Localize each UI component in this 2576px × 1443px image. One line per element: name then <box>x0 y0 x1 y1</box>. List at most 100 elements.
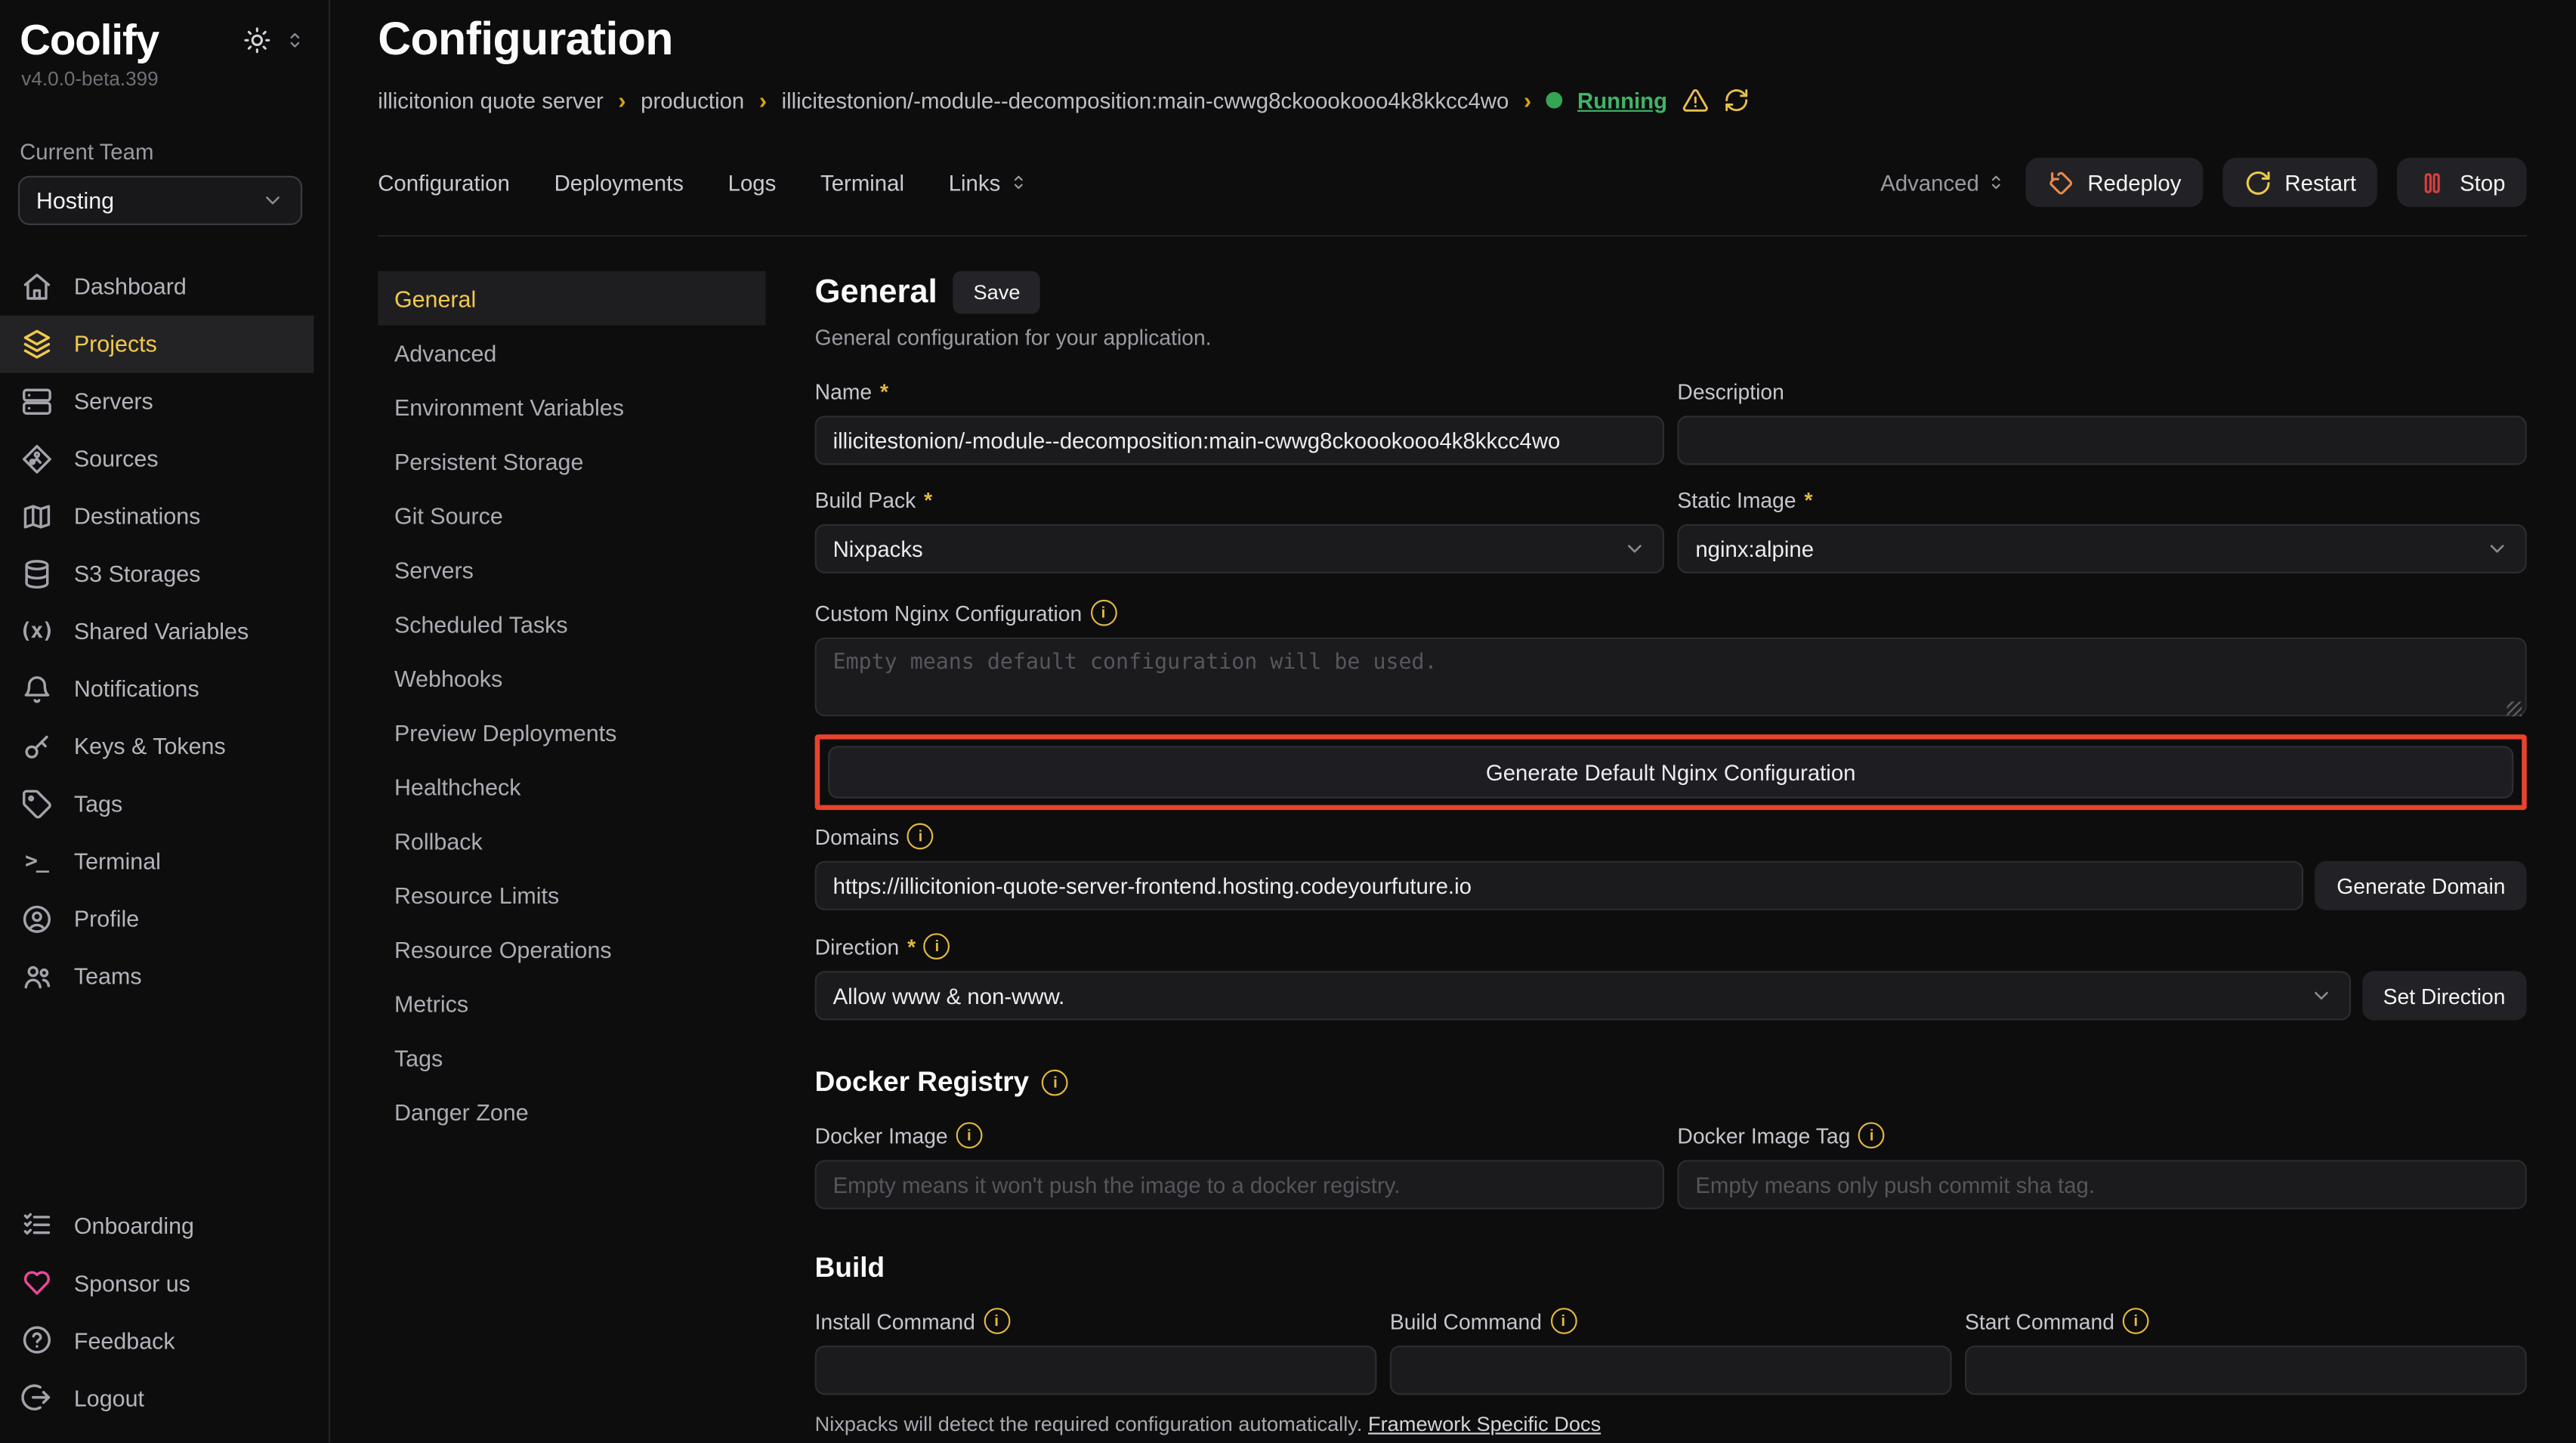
name-label: Name <box>815 379 872 404</box>
stop-label: Stop <box>2460 170 2505 195</box>
tab-deployments[interactable]: Deployments <box>554 170 684 195</box>
chevron-down-icon <box>2309 984 2332 1007</box>
subnav-item-advanced[interactable]: Advanced <box>378 326 765 380</box>
chevron-down-icon <box>261 188 284 211</box>
team-select-value: Hosting <box>36 187 114 213</box>
chevrons-up-down-icon <box>1008 172 1028 192</box>
sidebar-item-feedback[interactable]: Feedback <box>0 1312 314 1369</box>
subnav-item-healthcheck[interactable]: Healthcheck <box>378 759 765 814</box>
team-select[interactable]: Hosting <box>18 175 302 224</box>
redeploy-button[interactable]: Redeploy <box>2025 158 2203 207</box>
info-icon[interactable]: i <box>956 1122 983 1148</box>
generate-nginx-config-button[interactable]: Generate Default Nginx Configuration <box>828 746 2513 799</box>
save-button[interactable]: Save <box>953 271 1039 314</box>
breadcrumb-separator-icon: › <box>1524 87 1531 113</box>
info-icon[interactable]: i <box>924 933 950 959</box>
sidebar-item-profile[interactable]: Profile <box>0 890 314 947</box>
sidebar-item-dashboard[interactable]: Dashboard <box>0 258 314 315</box>
refresh-icon[interactable] <box>1723 87 1750 113</box>
sidebar-item-terminal[interactable]: >_ Terminal <box>0 833 314 890</box>
sidebar-item-sources[interactable]: Sources <box>0 430 314 487</box>
sidebar-item-keys-tokens[interactable]: Keys & Tokens <box>0 717 314 774</box>
subnav-item-scheduled-tasks[interactable]: Scheduled Tasks <box>378 596 765 650</box>
build-command-input[interactable] <box>1390 1346 1952 1395</box>
subnav-item-servers[interactable]: Servers <box>378 542 765 597</box>
framework-docs-link[interactable]: Framework Specific Docs <box>1368 1413 1601 1435</box>
sidebar-item-notifications[interactable]: Notifications <box>0 660 314 717</box>
sidebar-item-destinations[interactable]: Destinations <box>0 487 314 545</box>
sidebar-item-label: Projects <box>74 330 157 357</box>
subnav-item-resource-limits[interactable]: Resource Limits <box>378 867 765 922</box>
sidebar-item-label: Profile <box>74 905 139 932</box>
info-icon[interactable]: i <box>907 823 934 850</box>
breadcrumb-environment[interactable]: production <box>641 88 744 113</box>
info-icon[interactable]: i <box>1090 600 1117 626</box>
sidebar-item-projects[interactable]: Projects <box>0 315 314 372</box>
terminal-icon: >_ <box>20 845 52 877</box>
custom-nginx-textarea[interactable] <box>815 638 2527 716</box>
subnav-item-preview-deployments[interactable]: Preview Deployments <box>378 705 765 759</box>
resize-handle[interactable] <box>2507 702 2522 717</box>
chevron-down-icon <box>1623 537 1646 560</box>
info-icon[interactable]: i <box>1858 1122 1885 1148</box>
subnav-item-danger-zone[interactable]: Danger Zone <box>378 1084 765 1139</box>
sun-icon[interactable] <box>243 26 271 54</box>
subnav-item-persistent-storage[interactable]: Persistent Storage <box>378 434 765 488</box>
heart-icon <box>20 1266 52 1299</box>
subnav-item-metrics[interactable]: Metrics <box>378 976 765 1030</box>
build-pack-select[interactable]: Nixpacks <box>815 524 1664 573</box>
database-icon <box>20 557 52 589</box>
tab-terminal[interactable]: Terminal <box>820 170 904 195</box>
breadcrumb-project[interactable]: illicitonion quote server <box>378 88 604 113</box>
advanced-label: Advanced <box>1880 170 1979 195</box>
sidebar-item-s3-storages[interactable]: S3 Storages <box>0 545 314 602</box>
sidebar-item-label: Terminal <box>74 848 161 874</box>
config-subnav: General Advanced Environment Variables P… <box>378 271 765 1443</box>
subnav-item-rollback[interactable]: Rollback <box>378 813 765 867</box>
description-input[interactable] <box>1677 416 2526 465</box>
tab-links[interactable]: Links <box>949 170 1029 195</box>
advanced-dropdown[interactable]: Advanced <box>1880 170 2005 195</box>
restart-button[interactable]: Restart <box>2222 158 2378 207</box>
stop-button[interactable]: Stop <box>2397 158 2526 207</box>
static-image-select[interactable]: nginx:alpine <box>1677 524 2526 573</box>
info-icon[interactable]: i <box>2123 1308 2149 1334</box>
start-command-input[interactable] <box>1965 1346 2527 1395</box>
tab-configuration[interactable]: Configuration <box>378 170 510 195</box>
name-input[interactable] <box>815 416 1664 465</box>
sidebar-item-shared-variables[interactable]: (x) Shared Variables <box>0 602 314 660</box>
tab-logs[interactable]: Logs <box>728 170 777 195</box>
breadcrumb-resource[interactable]: illicitestonion/-module--decomposition:m… <box>782 88 1509 113</box>
generate-domain-button[interactable]: Generate Domain <box>2315 861 2527 910</box>
static-image-value: nginx:alpine <box>1695 536 1814 561</box>
sidebar-item-teams[interactable]: Teams <box>0 947 314 1005</box>
direction-select[interactable]: Allow www & non-www. <box>815 971 2350 1020</box>
status-badge[interactable]: Running <box>1577 88 1667 113</box>
sidebar-item-tags[interactable]: Tags <box>0 775 314 833</box>
subnav-item-tags[interactable]: Tags <box>378 1030 765 1085</box>
info-icon[interactable]: i <box>1550 1308 1577 1334</box>
warning-icon[interactable] <box>1682 87 1709 113</box>
docker-image-tag-input[interactable] <box>1677 1160 2526 1209</box>
set-direction-button[interactable]: Set Direction <box>2361 971 2526 1020</box>
sidebar-item-logout[interactable]: Logout <box>0 1369 314 1426</box>
build-heading: Build <box>815 1252 885 1284</box>
section-heading-general: General <box>815 273 937 311</box>
build-command-label: Build Command <box>1390 1309 1542 1333</box>
info-icon[interactable]: i <box>1042 1070 1069 1096</box>
subnav-item-git-source[interactable]: Git Source <box>378 488 765 542</box>
stop-icon <box>2419 168 2447 196</box>
theme-switcher-chevrons-icon[interactable] <box>284 29 305 51</box>
domains-input[interactable] <box>815 861 2304 910</box>
subnav-item-general[interactable]: General <box>378 271 765 326</box>
info-icon[interactable]: i <box>984 1308 1010 1334</box>
subnav-item-environment-variables[interactable]: Environment Variables <box>378 379 765 434</box>
install-command-input[interactable] <box>815 1346 1377 1395</box>
sidebar-item-label: Keys & Tokens <box>74 733 226 759</box>
subnav-item-webhooks[interactable]: Webhooks <box>378 650 765 705</box>
docker-image-input[interactable] <box>815 1160 1664 1209</box>
sidebar-item-servers[interactable]: Servers <box>0 372 314 430</box>
sidebar-item-sponsor-us[interactable]: Sponsor us <box>0 1254 314 1312</box>
sidebar-item-onboarding[interactable]: Onboarding <box>0 1197 314 1254</box>
subnav-item-resource-operations[interactable]: Resource Operations <box>378 922 765 976</box>
